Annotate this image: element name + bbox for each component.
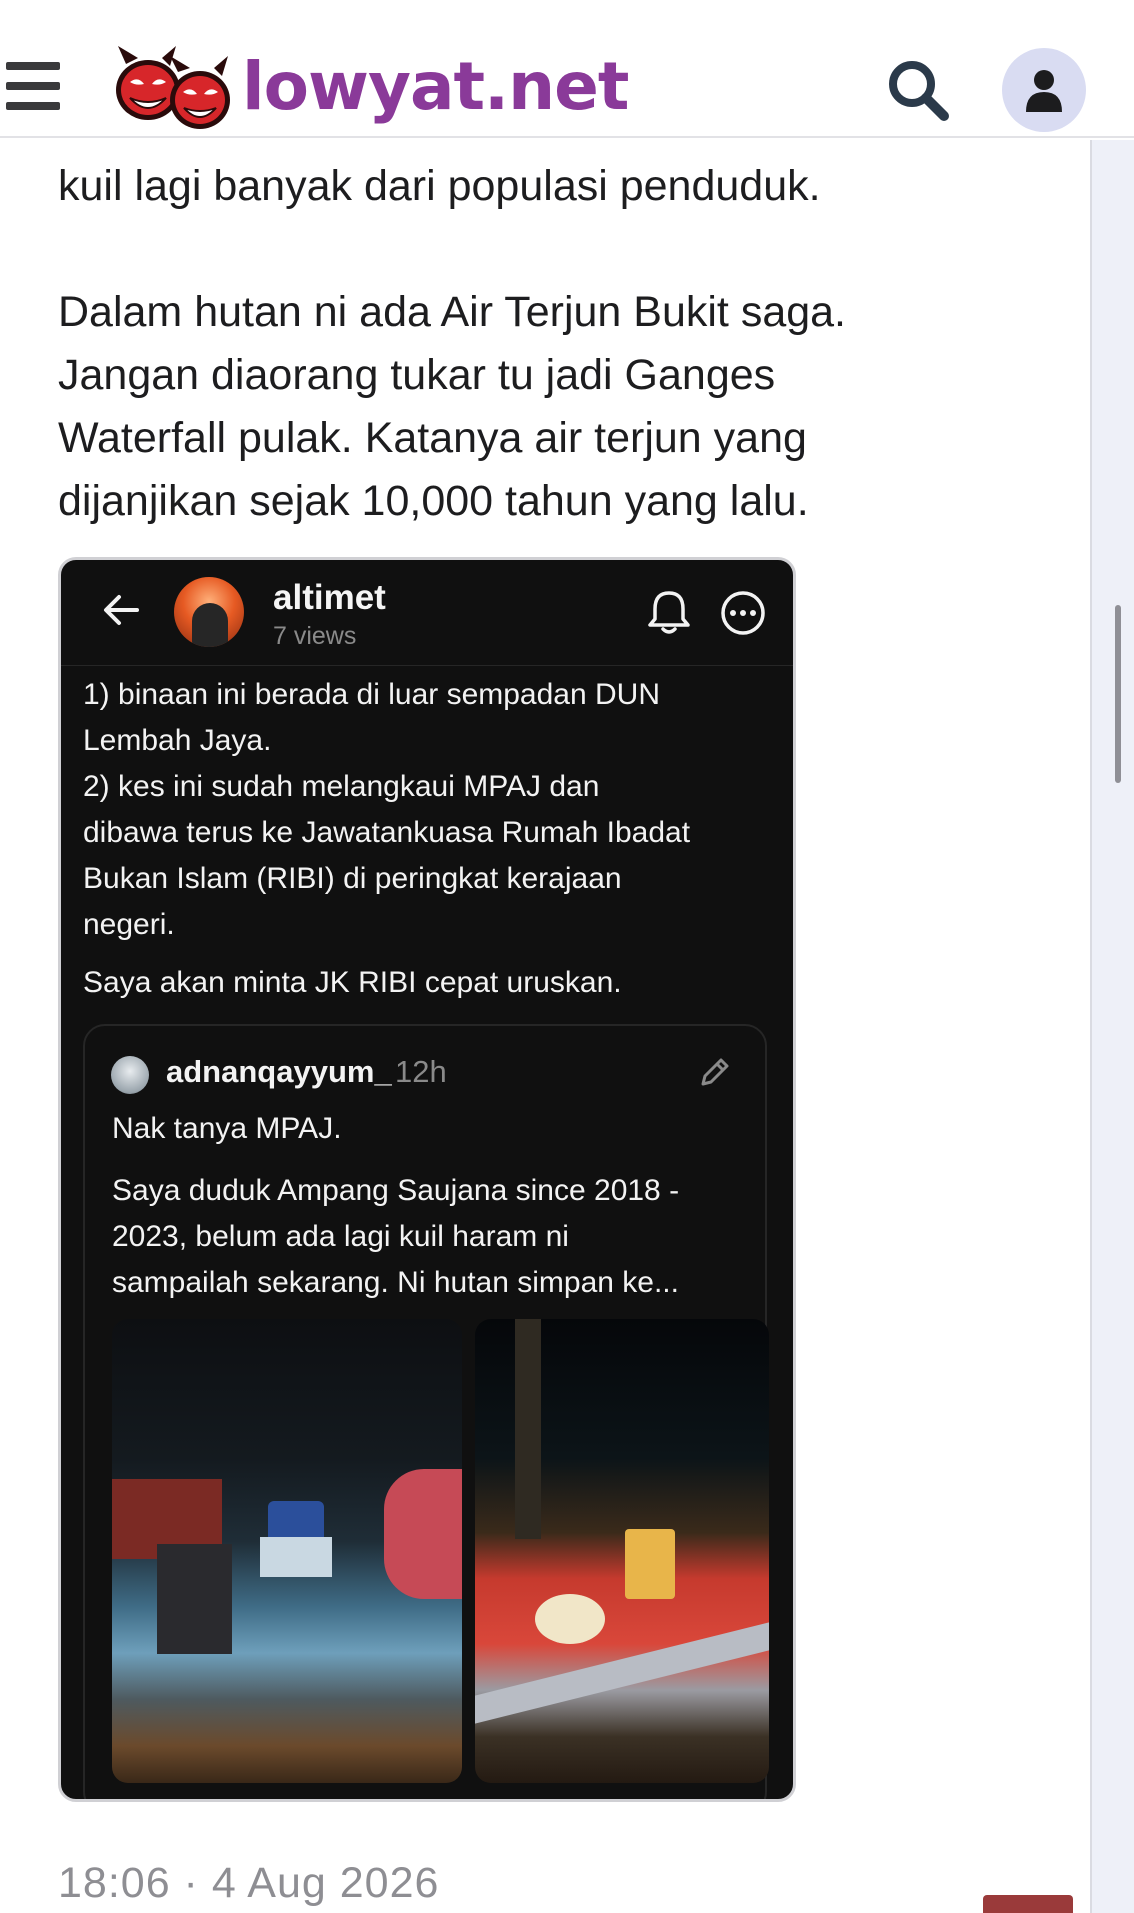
quoted-time: 12h: [395, 1054, 447, 1089]
embed-username[interactable]: altimet: [273, 578, 386, 618]
quoted-text: Nak tanya MPAJ.: [112, 1112, 342, 1145]
avatar[interactable]: [111, 1056, 149, 1094]
post-photo[interactable]: [475, 1319, 769, 1783]
search-button[interactable]: [886, 58, 950, 122]
embed-views: 7 views: [273, 622, 357, 650]
site-header: lowyat.net: [0, 0, 1134, 138]
quoted-text: Saya duduk Ampang Saujana since 2018 - 2…: [112, 1174, 680, 1299]
post-paragraph: Dalam hutan ni ada Air Terjun Bukit saga…: [58, 288, 847, 525]
more-options-icon[interactable]: [720, 590, 766, 636]
floating-action-button[interactable]: [983, 1895, 1073, 1913]
embed-top-bar: altimet 7 views: [61, 560, 793, 666]
post-timestamp: 18:06 · 4 Aug 2026: [58, 1859, 440, 1907]
bell-icon[interactable]: [646, 588, 692, 636]
search-icon: [889, 61, 949, 121]
devil-mascot-logo: [116, 46, 230, 129]
hamburger-menu-icon[interactable]: [6, 62, 64, 110]
user-account-icon: [1026, 70, 1062, 112]
account-button[interactable]: [1002, 48, 1086, 132]
site-logo[interactable]: lowyat.net: [112, 42, 629, 132]
back-arrow-icon[interactable]: [101, 590, 141, 630]
scrollbar-thumb[interactable]: [1115, 605, 1121, 783]
quoted-post[interactable]: adnanqayyum_ 12h Nak tanya MPAJ. Saya du…: [83, 1024, 769, 1799]
logo-wordmark: lowyat.net: [242, 48, 629, 125]
post-photo[interactable]: [112, 1319, 462, 1783]
embed-post-text: Saya akan minta JK RIBI cepat uruskan.: [83, 966, 622, 999]
pencil-icon[interactable]: [697, 1056, 731, 1090]
embed-post-text: 1) binaan ini berada di luar sempadan DU…: [83, 678, 691, 941]
quoted-username[interactable]: adnanqayyum_: [166, 1054, 392, 1090]
post-paragraph: kuil lagi banyak dari populasi penduduk.: [58, 162, 821, 210]
avatar[interactable]: [174, 577, 244, 647]
side-rail: [1090, 140, 1134, 1913]
embedded-screenshot[interactable]: altimet 7 views 1) binaan ini berada di …: [58, 557, 796, 1802]
